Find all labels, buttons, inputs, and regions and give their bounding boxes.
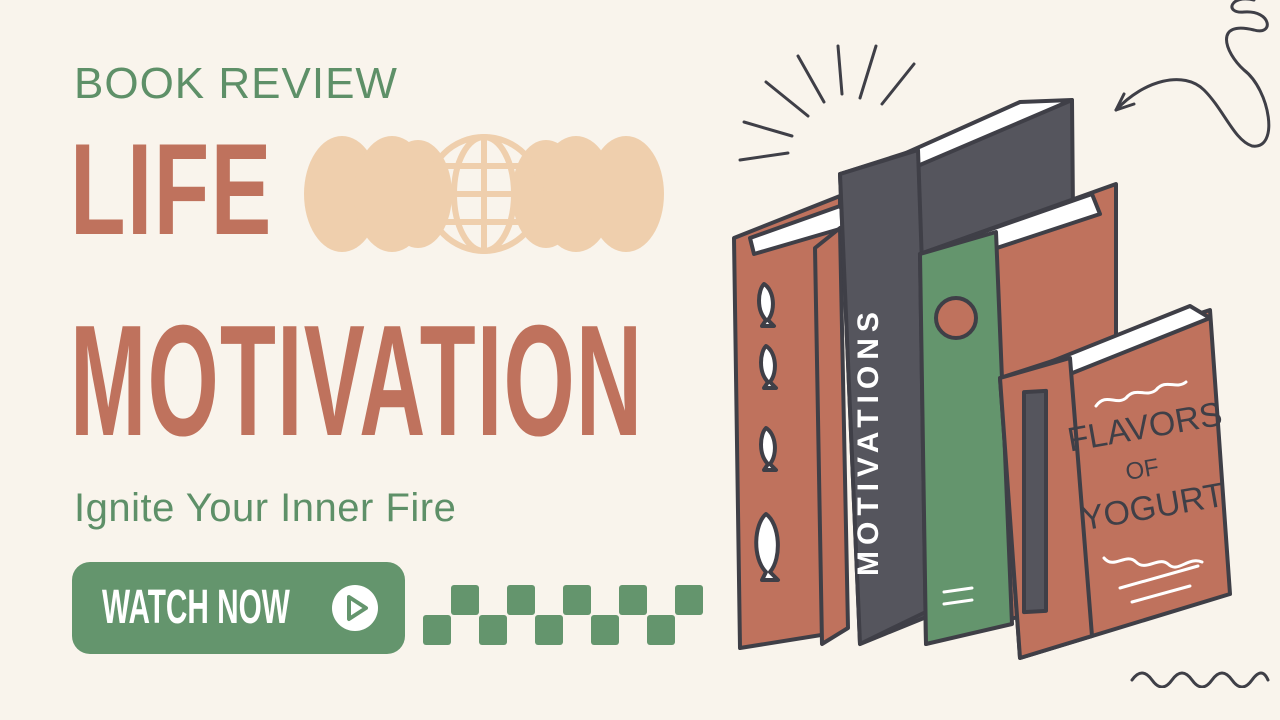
checker-stripe-decoration: [423, 585, 703, 645]
watch-now-label: WATCH NOW: [102, 581, 290, 634]
globe-icon: [424, 134, 544, 254]
headline-line-1: LIFE: [70, 116, 273, 262]
fish-book: [732, 194, 852, 650]
play-circle-icon[interactable]: [331, 584, 379, 632]
tagline: Ignite Your Inner Fire: [74, 486, 457, 530]
cover-line-2: OF: [1123, 454, 1161, 486]
books-illustration: MOTIVATIONS FLAVORS OF YOGURT: [732, 98, 1232, 660]
oval-globe-decoration: [304, 134, 664, 254]
headline-line-2: MOTIVATION: [70, 293, 644, 469]
spine-title: MOTIVATIONS: [852, 306, 885, 576]
eyebrow-label: BOOK REVIEW: [74, 59, 398, 108]
